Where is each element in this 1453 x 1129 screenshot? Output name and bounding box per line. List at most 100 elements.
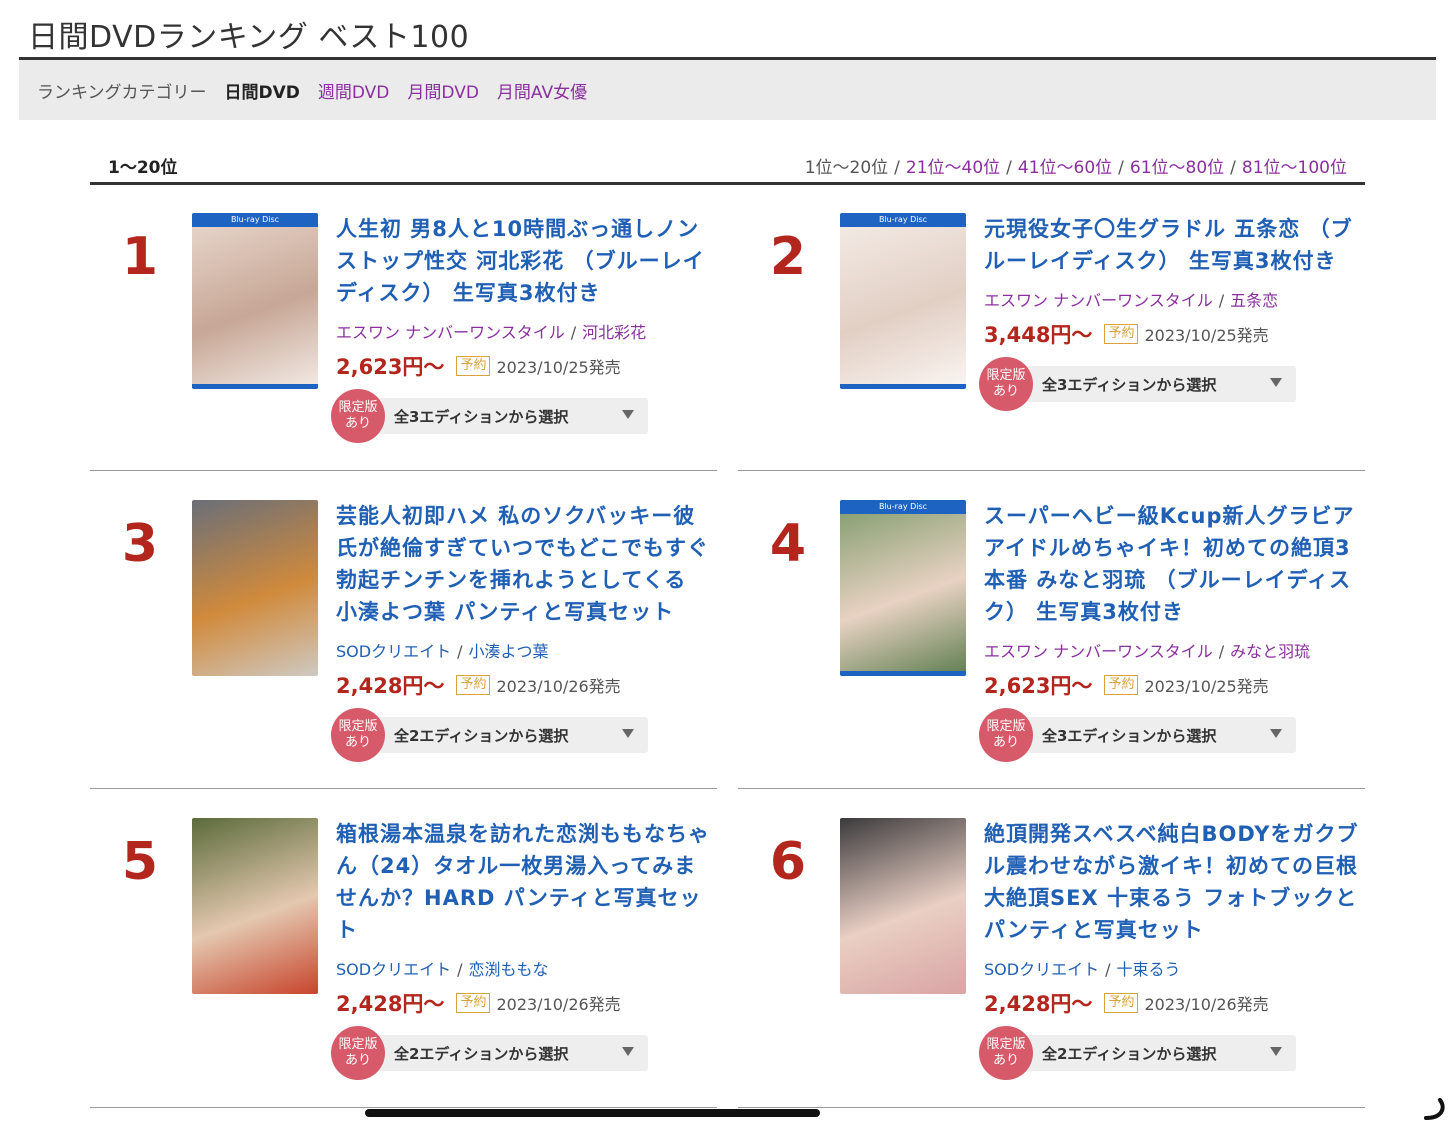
category-link-monthly-av-actress[interactable]: 月間AV女優	[497, 78, 587, 103]
edition-row: 限定版 あり 全2エディションから選択	[331, 708, 716, 762]
product-title-link[interactable]: スーパーヘビー級Kcup新人グラビアアイドルめちゃイキ！初めての絶頂3本番 みな…	[984, 500, 1364, 628]
edition-select-label: 全2エディションから選択	[1042, 1044, 1217, 1063]
pager-separator: /	[1006, 157, 1012, 178]
limited-edition-text: 限定版 あり	[338, 1037, 378, 1068]
actress-link[interactable]: みなと羽琉	[1230, 642, 1310, 661]
product-title-link[interactable]: 人生初 男8人と10時間ぶっ通しノンストップ性交 河北彩花 （ブルーレイディスク…	[336, 213, 716, 309]
rank-number: 1	[121, 227, 159, 287]
item-divider	[90, 1107, 717, 1108]
price-row: 2,623円〜 予約 2023/10/25発売	[984, 670, 1364, 700]
release-date: 2023/10/26発売	[496, 995, 621, 1014]
limited-edition-badge: 限定版 あり	[331, 708, 385, 762]
product-cover-image[interactable]: Blu-ray Disc	[192, 213, 318, 389]
product-cover-image[interactable]: Blu-ray Disc	[840, 213, 966, 389]
product-cover-image[interactable]	[840, 818, 966, 994]
limited-edition-text: 限定版 あり	[338, 719, 378, 750]
price: 2,428円〜	[336, 674, 445, 698]
edition-select-dropdown[interactable]: 全3エディションから選択	[1014, 717, 1296, 753]
edition-select-dropdown[interactable]: 全2エディションから選択	[1014, 1035, 1296, 1071]
rank-number: 2	[769, 227, 807, 287]
actress-link[interactable]: 恋渕ももな	[468, 960, 548, 979]
product-meta: エスワン ナンバーワンスタイル / 五条恋	[984, 287, 1364, 311]
range-header: 1〜20位 1位〜20位/21位〜40位/41位〜60位/61位〜80位/81位…	[90, 150, 1365, 180]
category-link-weekly-dvd[interactable]: 週間DVD	[318, 78, 390, 103]
product-cover-image[interactable]	[192, 818, 318, 994]
product-info: スーパーヘビー級Kcup新人グラビアアイドルめちゃイキ！初めての絶頂3本番 みな…	[979, 500, 1364, 762]
home-indicator[interactable]	[365, 1109, 820, 1117]
item-divider	[738, 470, 1365, 471]
bluray-strip-bottom	[840, 384, 966, 389]
maker-link[interactable]: エスワン ナンバーワンスタイル	[984, 291, 1213, 310]
price-row: 2,428円〜 予約 2023/10/26発売	[336, 988, 716, 1018]
maker-link[interactable]: エスワン ナンバーワンスタイル	[984, 642, 1213, 661]
preorder-badge: 予約	[1104, 993, 1139, 1013]
price-row: 2,623円〜 予約 2023/10/25発売	[336, 351, 716, 381]
limited-edition-text: 限定版 あり	[338, 400, 378, 431]
price: 2,623円〜	[336, 355, 445, 379]
edition-select-dropdown[interactable]: 全2エディションから選択	[366, 1035, 648, 1071]
price-row: 2,428円〜 予約 2023/10/26発売	[336, 670, 716, 700]
price: 3,448円〜	[984, 323, 1093, 347]
pager-link-4[interactable]: 61位〜80位	[1130, 158, 1224, 178]
pager-link-2[interactable]: 21位〜40位	[906, 158, 1000, 178]
maker-link[interactable]: SODクリエイト	[984, 960, 1099, 979]
edition-row: 限定版 あり 全3エディションから選択	[331, 389, 716, 443]
maker-link[interactable]: エスワン ナンバーワンスタイル	[336, 323, 565, 342]
release-date: 2023/10/25発売	[1144, 326, 1269, 345]
actress-link[interactable]: 十束るう	[1116, 960, 1180, 979]
edition-select-dropdown[interactable]: 全2エディションから選択	[366, 717, 648, 753]
price: 2,623円〜	[984, 674, 1093, 698]
preorder-badge: 予約	[456, 356, 491, 376]
release-date: 2023/10/25発売	[496, 358, 621, 377]
bluray-strip-bottom	[192, 384, 318, 389]
product-info: 芸能人初即ハメ 私のソクバッキー彼氏が絶倫すぎていつでもどこでもすぐ勃起チンチン…	[331, 500, 716, 762]
edition-select-dropdown[interactable]: 全3エディションから選択	[366, 398, 648, 434]
loading-spinner-icon	[1424, 1098, 1445, 1120]
release-date: 2023/10/26発売	[1144, 995, 1269, 1014]
product-meta: SODクリエイト / 小湊よつ葉	[336, 638, 716, 662]
range-pager: 1位〜20位/21位〜40位/41位〜60位/61位〜80位/81位〜100位	[805, 153, 1365, 178]
meta-separator: /	[1105, 960, 1111, 979]
pager-link-5[interactable]: 81位〜100位	[1242, 158, 1347, 178]
limited-edition-badge: 限定版 あり	[979, 357, 1033, 411]
maker-link[interactable]: SODクリエイト	[336, 642, 451, 661]
actress-link[interactable]: 五条恋	[1230, 291, 1278, 310]
pager-separator: /	[1118, 157, 1124, 178]
pager-link-3[interactable]: 41位〜60位	[1018, 158, 1112, 178]
meta-separator: /	[1218, 291, 1225, 310]
item-divider	[738, 1107, 1365, 1108]
pager-separator: /	[1230, 157, 1236, 178]
product-meta: エスワン ナンバーワンスタイル / みなと羽琉	[984, 638, 1364, 662]
actress-link[interactable]: 河北彩花	[582, 323, 646, 342]
rank-number: 4	[769, 514, 807, 574]
price-row: 2,428円〜 予約 2023/10/26発売	[984, 988, 1364, 1018]
meta-separator: /	[1218, 642, 1225, 661]
product-title-link[interactable]: 芸能人初即ハメ 私のソクバッキー彼氏が絶倫すぎていつでもどこでもすぐ勃起チンチン…	[336, 500, 716, 628]
price: 2,428円〜	[984, 992, 1093, 1016]
actress-link[interactable]: 小湊よつ葉	[468, 642, 548, 661]
category-link-monthly-dvd[interactable]: 月間DVD	[407, 78, 479, 103]
product-info: 箱根湯本温泉を訪れた恋渕ももなちゃん（24）タオル一枚男湯入ってみませんか？HA…	[331, 818, 716, 1080]
maker-link[interactable]: SODクリエイト	[336, 960, 451, 979]
product-cover-image[interactable]: Blu-ray Disc	[840, 500, 966, 676]
limited-edition-badge: 限定版 あり	[331, 389, 385, 443]
product-info: 元現役女子〇生グラドル 五条恋 （ブルーレイディスク） 生写真3枚付きエスワン …	[979, 213, 1364, 411]
rank-number: 5	[121, 832, 159, 892]
product-title-link[interactable]: 絶頂開発スベスベ純白BODYをガクブル震わせながら激イキ！初めての巨根大絶頂SE…	[984, 818, 1364, 946]
chevron-down-icon	[1270, 729, 1282, 738]
meta-separator: /	[457, 960, 463, 979]
product-title-link[interactable]: 箱根湯本温泉を訪れた恋渕ももなちゃん（24）タオル一枚男湯入ってみませんか？HA…	[336, 818, 716, 946]
limited-edition-badge: 限定版 あり	[331, 1026, 385, 1080]
edition-select-label: 全2エディションから選択	[394, 726, 569, 745]
product-cover-image[interactable]	[192, 500, 318, 676]
product-meta: SODクリエイト / 恋渕ももな	[336, 956, 716, 980]
product-title-link[interactable]: 元現役女子〇生グラドル 五条恋 （ブルーレイディスク） 生写真3枚付き	[984, 213, 1364, 277]
limited-edition-badge: 限定版 あり	[979, 1026, 1033, 1080]
limited-edition-badge: 限定版 あり	[979, 708, 1033, 762]
ranking-category-bar: ランキングカテゴリー 日間DVD 週間DVD 月間DVD 月間AV女優	[19, 60, 1436, 120]
item-divider	[90, 470, 717, 471]
release-date: 2023/10/26発売	[496, 677, 621, 696]
product-info: 絶頂開発スベスベ純白BODYをガクブル震わせながら激イキ！初めての巨根大絶頂SE…	[979, 818, 1364, 1080]
edition-select-dropdown[interactable]: 全3エディションから選択	[1014, 366, 1296, 402]
range-current-label: 1〜20位	[108, 157, 178, 178]
